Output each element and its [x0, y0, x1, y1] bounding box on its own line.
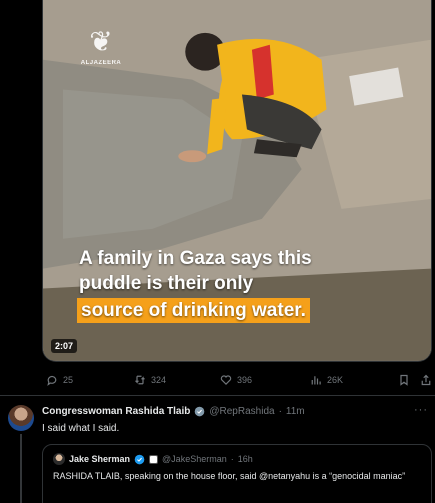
- repost-icon: [135, 375, 145, 385]
- separator-dot: ·: [230, 454, 234, 464]
- quoted-author-name: Jake Sherman: [69, 454, 131, 464]
- analytics-icon: [311, 376, 321, 385]
- views-count: 26K: [327, 375, 344, 385]
- logo-text: ALJAZEERA: [80, 60, 122, 66]
- aljazeera-logo-icon: ❦: [89, 25, 113, 58]
- share-button[interactable]: [420, 374, 432, 386]
- tweet-time[interactable]: 11m: [286, 406, 305, 417]
- verified-badge-icon: [134, 454, 145, 464]
- quoted-author-row: Jake Sherman @JakeSherman · 16h: [53, 453, 253, 465]
- more-options-icon[interactable]: ···: [414, 404, 428, 416]
- affiliate-badge-icon: [149, 454, 159, 464]
- quoted-tweet-time: 16h: [237, 454, 253, 464]
- reply-button[interactable]: 25: [46, 374, 73, 386]
- thread-line: [20, 434, 22, 503]
- like-count: 396: [237, 375, 253, 385]
- separator-dot: ·: [278, 406, 282, 417]
- bookmark-button[interactable]: [398, 374, 410, 386]
- quoted-author-handle: @JakeSherman: [162, 454, 227, 464]
- author-handle[interactable]: @RepRashida: [209, 406, 274, 417]
- quoted-tweet-text: RASHIDA TLAIB, speaking on the house flo…: [53, 471, 406, 481]
- caption-line-2: puddle is their only: [79, 273, 254, 294]
- aljazeera-logo: ❦ ALJAZEERA: [81, 28, 121, 82]
- quoted-avatar: [53, 453, 65, 465]
- repost-count: 324: [151, 375, 167, 385]
- avatar[interactable]: [8, 405, 34, 431]
- share-icon: [421, 374, 431, 386]
- reply-icon: [47, 375, 57, 386]
- heart-icon: [220, 375, 232, 385]
- tweet-author-row: Congresswoman Rashida Tlaib @RepRashida …: [42, 406, 305, 417]
- bookmark-icon: [400, 374, 408, 386]
- views-button[interactable]: 26K: [310, 374, 343, 386]
- tweet-text: I said what I said.: [42, 423, 120, 434]
- tweet-action-bar: 25 324 396 26K: [42, 370, 432, 390]
- video-timestamp: 2:07: [51, 339, 78, 353]
- quoted-tweet[interactable]: Jake Sherman @JakeSherman · 16h RASHIDA …: [42, 444, 432, 503]
- repost-button[interactable]: 324: [134, 374, 166, 386]
- like-button[interactable]: 396: [220, 374, 252, 386]
- tweet-divider: [0, 395, 435, 396]
- video-player[interactable]: ❦ ALJAZEERA A family in Gaza says this p…: [42, 0, 432, 362]
- verified-badge-icon: [195, 406, 205, 417]
- reply-count: 25: [63, 375, 74, 385]
- video-caption: A family in Gaza says this puddle is the…: [77, 246, 409, 323]
- caption-highlight: source of drinking water.: [77, 298, 310, 323]
- caption-line-1: A family in Gaza says this: [79, 248, 312, 269]
- author-name[interactable]: Congresswoman Rashida Tlaib: [42, 406, 190, 417]
